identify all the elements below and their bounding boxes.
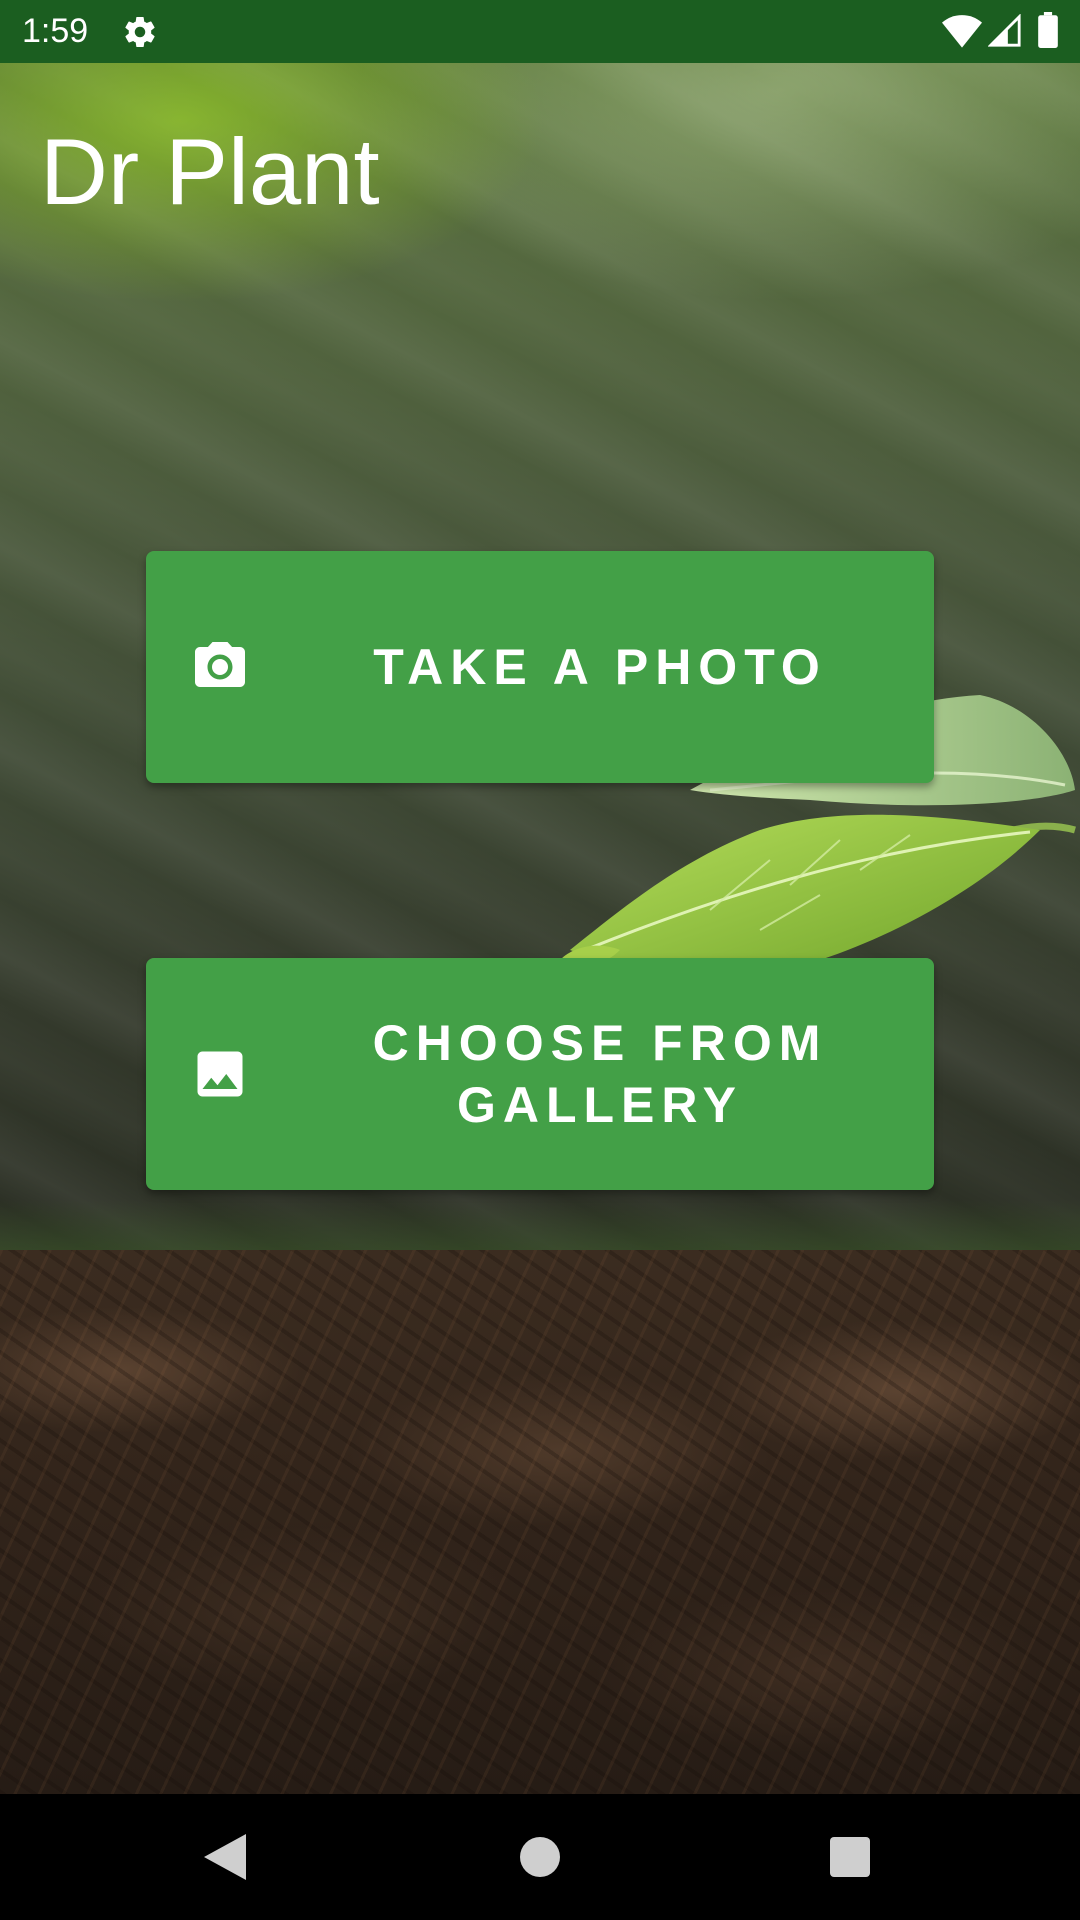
home-icon[interactable]	[520, 1837, 560, 1877]
soil-texture	[0, 1250, 1080, 1794]
back-icon[interactable]	[204, 1834, 246, 1880]
choose-from-gallery-label: CHOOSE FROM GALLERY	[372, 1015, 828, 1133]
image-icon	[197, 1051, 243, 1097]
cellular-signal-icon	[988, 14, 1021, 47]
settings-gear-icon	[125, 17, 155, 48]
take-photo-label: TAKE A PHOTO	[373, 639, 827, 695]
app-title: Dr Plant	[40, 119, 380, 224]
screen: 1:59 Dr Plant TAKE A PHOTO CHOOSE FROM G…	[0, 0, 1080, 1920]
status-time: 1:59	[22, 12, 89, 50]
status-bar: 1:59	[0, 0, 1080, 63]
choose-from-gallery-button[interactable]: CHOOSE FROM GALLERY	[146, 958, 934, 1190]
wifi-icon	[942, 15, 982, 48]
take-photo-button[interactable]: TAKE A PHOTO	[146, 551, 934, 783]
battery-icon	[1038, 12, 1058, 48]
recents-icon[interactable]	[830, 1837, 870, 1877]
camera-icon	[195, 642, 245, 687]
